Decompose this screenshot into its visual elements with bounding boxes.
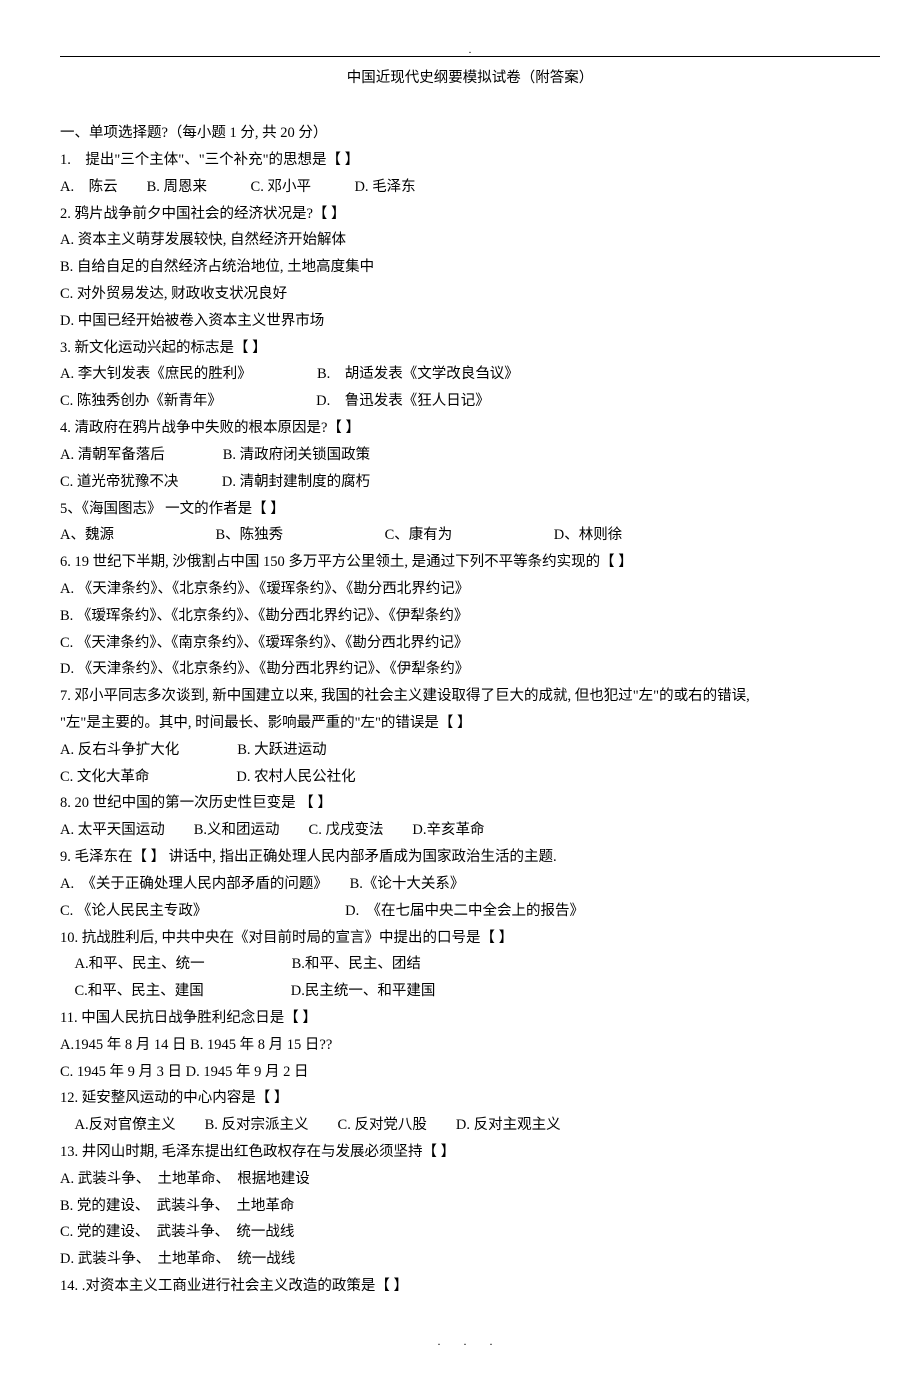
q13-option-d: D. 武装斗争、 土地革命、 统一战线 xyxy=(60,1246,880,1273)
q2-stem: 2. 鸦片战争前夕中国社会的经济状况是?【 】 xyxy=(60,201,880,228)
q7-row2: C. 文化大革命 D. 农村人民公社化 xyxy=(60,764,880,791)
q4-stem: 4. 清政府在鸦片战争中失败的根本原因是?【 】 xyxy=(60,415,880,442)
page-title: 中国近现代史纲要模拟试卷（附答案） xyxy=(60,65,880,92)
q7-stem-line1: 7. 邓小平同志多次谈到, 新中国建立以来, 我国的社会主义建设取得了巨大的成就… xyxy=(60,683,880,710)
q1-options: A. 陈云 B. 周恩来 C. 邓小平 D. 毛泽东 xyxy=(60,174,880,201)
q3-stem: 3. 新文化运动兴起的标志是【 】 xyxy=(60,335,880,362)
q4-row1: A. 清朝军备落后 B. 清政府闭关锁国政策 xyxy=(60,442,880,469)
q2-option-b: B. 自给自足的自然经济占统治地位, 土地高度集中 xyxy=(60,254,880,281)
q6-option-b: B. 《瑷珲条约》、《北京条约》、《勘分西北界约记》、《伊犁条约》 xyxy=(60,603,880,630)
q6-option-a: A. 《天津条约》、《北京条约》、《瑷珲条约》、《勘分西北界约记》 xyxy=(60,576,880,603)
q10-row2: C.和平、民主、建国 D.民主统一、和平建国 xyxy=(60,978,880,1005)
q2-option-c: C. 对外贸易发达, 财政收支状况良好 xyxy=(60,281,880,308)
q2-option-d: D. 中国已经开始被卷入资本主义世界市场 xyxy=(60,308,880,335)
q14-stem: 14. .对资本主义工商业进行社会主义改造的政策是【 】 xyxy=(60,1273,880,1300)
q9-stem: 9. 毛泽东在【 】 讲话中, 指出正确处理人民内部矛盾成为国家政治生活的主题. xyxy=(60,844,880,871)
q9-row2: C. 《论人民民主专政》 D. 《在七届中央二中全会上的报告》 xyxy=(60,898,880,925)
q3-row2: C. 陈独秀创办《新青年》 D. 鲁迅发表《狂人日记》 xyxy=(60,388,880,415)
q5-options: A、魏源 B、陈独秀 C、康有为 D、林则徐 xyxy=(60,522,880,549)
q1-stem: 1. 提出"三个主体"、"三个补充"的思想是【 】 xyxy=(60,147,880,174)
q13-option-c: C. 党的建设、 武装斗争、 统一战线 xyxy=(60,1219,880,1246)
q9-row1: A. 《关于正确处理人民内部矛盾的问题》 B.《论十大关系》 xyxy=(60,871,880,898)
q7-row1: A. 反右斗争扩大化 B. 大跃进运动 xyxy=(60,737,880,764)
q7-stem-line2: "左"是主要的。其中, 时间最长、影响最严重的"左"的错误是【 】 xyxy=(60,710,880,737)
footer-dots: . . . xyxy=(60,1330,880,1352)
q10-row1: A.和平、民主、统一 B.和平、民主、团结 xyxy=(60,951,880,978)
q3-row1: A. 李大钊发表《庶民的胜利》 B. 胡适发表《文学改良刍议》 xyxy=(60,361,880,388)
q5-stem: 5、《海国图志》 一文的作者是【 】 xyxy=(60,496,880,523)
q11-stem: 11. 中国人民抗日战争胜利纪念日是【 】 xyxy=(60,1005,880,1032)
q13-option-a: A. 武装斗争、 土地革命、 根据地建设 xyxy=(60,1166,880,1193)
q12-stem: 12. 延安整风运动的中心内容是【 】 xyxy=(60,1085,880,1112)
q8-stem: 8. 20 世纪中国的第一次历史性巨变是 【 】 xyxy=(60,790,880,817)
q13-option-b: B. 党的建设、 武装斗争、 土地革命 xyxy=(60,1193,880,1220)
q8-options: A. 太平天国运动 B.义和团运动 C. 戊戌变法 D.辛亥革命 xyxy=(60,817,880,844)
q11-row1: A.1945 年 8 月 14 日 B. 1945 年 8 月 15 日?? xyxy=(60,1032,880,1059)
q6-stem: 6. 19 世纪下半期, 沙俄割占中国 150 多万平方公里领土, 是通过下列不… xyxy=(60,549,880,576)
q13-stem: 13. 井冈山时期, 毛泽东提出红色政权存在与发展必须坚持【 】 xyxy=(60,1139,880,1166)
q11-row2: C. 1945 年 9 月 3 日 D. 1945 年 9 月 2 日 xyxy=(60,1059,880,1086)
q6-option-d: D. 《天津条约》、《北京条约》、《勘分西北界约记》、《伊犁条约》 xyxy=(60,656,880,683)
q6-option-c: C. 《天津条约》、《南京条约》、《瑷珲条约》、《勘分西北界约记》 xyxy=(60,630,880,657)
q4-row2: C. 道光帝犹豫不决 D. 清朝封建制度的腐朽 xyxy=(60,469,880,496)
q2-option-a: A. 资本主义萌芽发展较快, 自然经济开始解体 xyxy=(60,227,880,254)
section-1-header: 一、单项选择题?（每小题 1 分, 共 20 分） xyxy=(60,120,880,147)
q12-options: A.反对官僚主义 B. 反对宗派主义 C. 反对党八股 D. 反对主观主义 xyxy=(60,1112,880,1139)
q10-stem: 10. 抗战胜利后, 中共中央在《对目前时局的宣言》中提出的口号是【 】 xyxy=(60,925,880,952)
